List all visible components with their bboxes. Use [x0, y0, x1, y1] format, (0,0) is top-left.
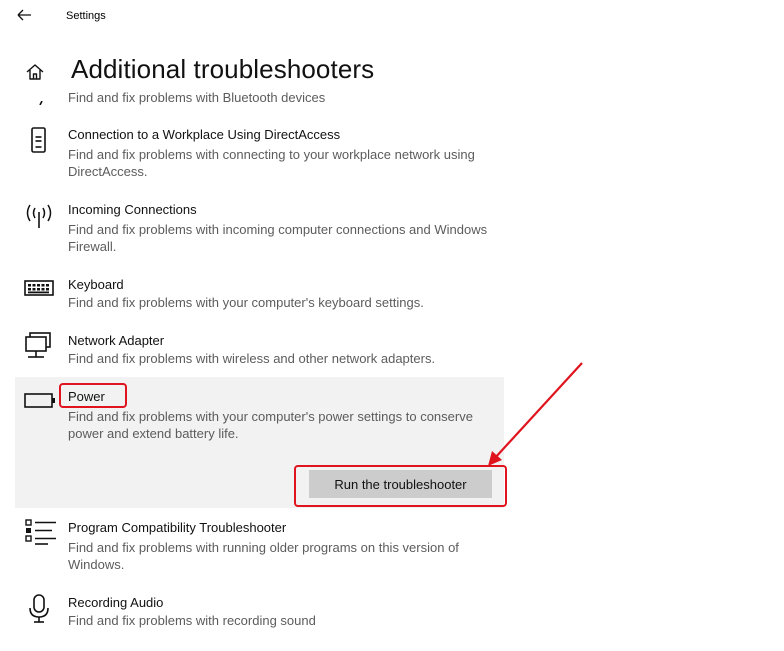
back-arrow-icon: [17, 9, 31, 21]
item-description: Find and fix problems with connecting to…: [68, 147, 475, 179]
item-name: Network Adapter: [68, 333, 165, 348]
item-description: Find and fix problems with running older…: [68, 540, 459, 572]
item-description: Find and fix problems with recording sou…: [68, 613, 316, 628]
microphone-icon: [24, 594, 54, 624]
back-button[interactable]: [14, 4, 36, 26]
title-bar: Settings: [0, 0, 784, 34]
item-name: Incoming Connections: [68, 202, 197, 217]
network-adapter-icon: [24, 332, 54, 362]
item-description: Find and fix problems with wireless and …: [68, 351, 436, 366]
home-icon[interactable]: [24, 61, 46, 83]
list-icon: [24, 519, 56, 549]
battery-icon: [24, 388, 55, 418]
item-name: Program Compatibility Troubleshooter: [68, 520, 287, 535]
item-name: Recording Audio: [68, 595, 164, 610]
annotation-arrow-icon: [488, 362, 583, 466]
app-title: Settings: [66, 10, 106, 22]
item-description: Find and fix problems with Bluetooth dev…: [68, 90, 326, 105]
item-description: Find and fix problems with your computer…: [68, 295, 424, 310]
antenna-icon: [24, 201, 54, 231]
item-name: Keyboard: [68, 277, 124, 292]
item-name: Connection to a Workplace Using DirectAc…: [68, 127, 341, 142]
bluetooth-icon: [38, 92, 44, 106]
annotation-highlight-power: [59, 383, 127, 408]
phone-icon: [24, 126, 54, 156]
item-description: Find and fix problems with your computer…: [68, 409, 473, 441]
page-title: Additional troubleshooters: [71, 54, 375, 84]
item-description: Find and fix problems with incoming comp…: [68, 222, 488, 254]
keyboard-icon: [24, 276, 54, 306]
